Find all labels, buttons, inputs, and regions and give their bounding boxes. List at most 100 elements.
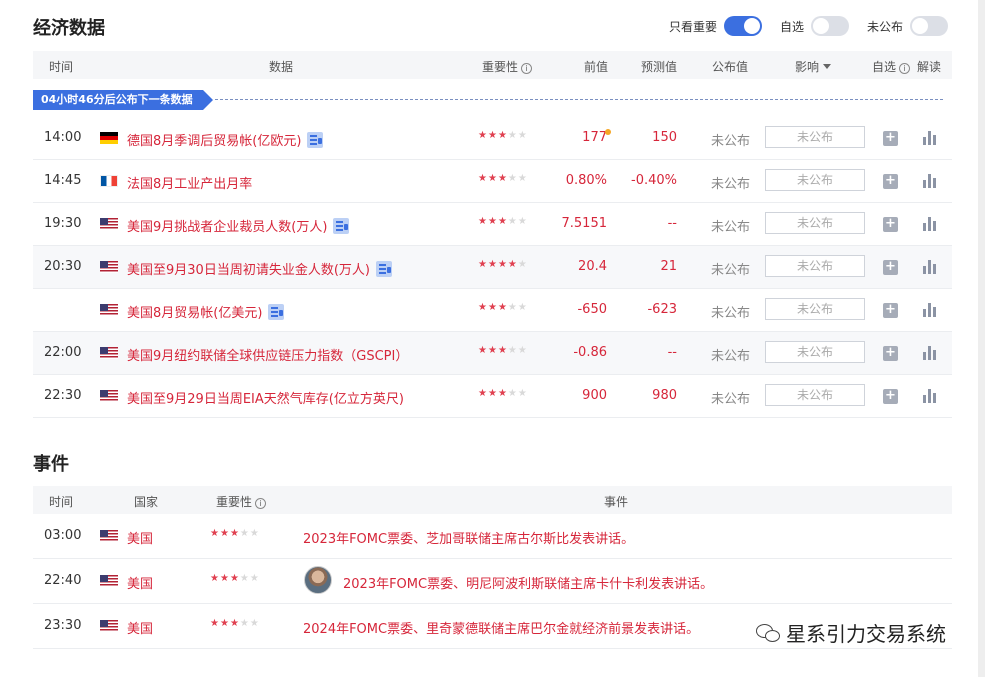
chart-bars-icon[interactable] — [923, 174, 937, 188]
chart-bars-icon[interactable] — [923, 389, 937, 403]
econ-row[interactable]: 22:00 美国9月纽约联储全球供应链压力指数（GSCPI） ★★★★★ -0.86-… — [33, 332, 952, 375]
star-icon: ★ — [517, 130, 528, 141]
wechat-icon — [756, 623, 780, 643]
event-row[interactable]: 03:00 美国 ★★★★★ 2023年FOMC票委、芝加哥联储主席古尔斯比发表讲话。 — [33, 514, 952, 559]
forecast-value: 150 — [652, 130, 677, 145]
star-icon: ★ — [229, 528, 240, 539]
info-icon[interactable]: i — [521, 63, 533, 74]
star-icon: ★ — [219, 618, 230, 629]
toggle-unpublished[interactable]: 未公布 — [867, 16, 948, 36]
indicator-name-link[interactable]: 美国至9月29日当周EIA天然气库存(亿立方英尺) — [127, 388, 404, 407]
info-icon[interactable]: i — [899, 63, 911, 74]
econ-row[interactable]: 14:00 德国8月季调后贸易帐(亿欧元) ★★★★★ 177 150 未公布 未公布 + — [33, 117, 952, 160]
switch-important-only[interactable] — [723, 16, 762, 36]
importance-stars: ★★★★★ — [478, 216, 528, 227]
previous-value: -0.86 — [573, 345, 607, 360]
importance-stars: ★★★★★ — [478, 388, 528, 399]
report-doc-icon[interactable] — [307, 132, 324, 148]
indicator-name-link[interactable]: 美国9月挑战者企业裁员人数(万人) — [127, 216, 350, 235]
event-row[interactable]: 22:40 美国 ★★★★★ 2023年FOMC票委、明尼阿波利斯联储主席卡什卡利发表… — [33, 559, 952, 604]
previous-value: 20.4 — [578, 259, 607, 274]
previous-value: 7.5151 — [561, 216, 608, 231]
chart-bars-icon[interactable] — [923, 260, 937, 274]
indicator-name-link[interactable]: 美国至9月30日当周初请失业金人数(万人) — [127, 259, 392, 278]
col-impact-label: 影响 — [795, 60, 820, 74]
econ-row[interactable]: 22:30 美国至9月29日当周EIA天然气库存(亿立方英尺) ★★★★★ 900 98… — [33, 375, 952, 418]
toggle-label: 只看重要 — [668, 19, 717, 34]
star-icon: ★ — [497, 259, 508, 270]
event-country: 美国 — [127, 622, 154, 637]
switch-knob — [812, 18, 829, 34]
forecast-value: 980 — [652, 388, 677, 403]
col-forecast: 预测值 — [641, 60, 678, 74]
previous-value: 177 — [582, 130, 607, 145]
add-watch-button[interactable]: + — [883, 389, 898, 404]
watermark-text: 星系引力交易系统 — [786, 622, 946, 646]
chart-bars-icon[interactable] — [923, 346, 937, 360]
chart-bars-icon[interactable] — [923, 303, 937, 317]
impact-box: 未公布 — [765, 298, 865, 320]
star-icon: ★ — [478, 259, 488, 270]
flag-us-icon — [100, 530, 118, 542]
col-watch: 自选 i — [872, 58, 911, 75]
event-text[interactable]: 2023年FOMC票委、芝加哥联储主席古尔斯比发表讲话。 — [303, 528, 634, 547]
add-watch-button[interactable]: + — [883, 217, 898, 232]
star-icon: ★ — [507, 259, 518, 270]
star-icon: ★ — [219, 573, 230, 584]
report-doc-icon[interactable] — [375, 261, 392, 277]
add-watch-button[interactable]: + — [883, 303, 898, 318]
switch-watchlist[interactable] — [810, 16, 849, 36]
col-importance-label: 重要性 — [216, 495, 253, 509]
flag-us-icon — [100, 620, 118, 632]
event-text[interactable]: 2024年FOMC票委、里奇蒙德联储主席巴尔金就经济前景发表讲话。 — [303, 618, 699, 637]
next-release-line — [215, 99, 943, 100]
star-icon: ★ — [507, 173, 518, 184]
chart-bars-icon[interactable] — [923, 217, 937, 231]
col-previous: 前值 — [584, 60, 609, 74]
actual-value: 未公布 — [711, 134, 751, 149]
star-icon: ★ — [478, 388, 488, 399]
econ-row[interactable]: 20:30 美国至9月30日当周初请失业金人数(万人) ★★★★★ 20.4 21 未公布… — [33, 246, 952, 289]
star-icon: ★ — [487, 130, 498, 141]
star-icon: ★ — [507, 130, 518, 141]
watermark: 星系引力交易系统 — [756, 618, 946, 647]
switch-unpublished[interactable] — [910, 16, 948, 36]
next-release-banner: 04小时46分后公布下一条数据 — [33, 90, 213, 110]
flag-de-icon — [100, 132, 118, 144]
toggle-important-only[interactable]: 只看重要 — [669, 16, 762, 36]
add-watch-button[interactable]: + — [883, 174, 898, 189]
report-doc-icon[interactable] — [333, 218, 350, 234]
star-icon: ★ — [229, 573, 240, 584]
row-time: 20:30 — [44, 259, 82, 274]
star-icon: ★ — [487, 345, 498, 356]
event-text[interactable]: 2023年FOMC票委、明尼阿波利斯联储主席卡什卡利发表讲话。 — [343, 573, 713, 592]
importance-stars: ★★★★★ — [478, 173, 528, 184]
impact-box: 未公布 — [765, 212, 865, 234]
indicator-name-link[interactable]: 美国9月纽约联储全球供应链压力指数（GSCPI） — [127, 345, 408, 364]
star-icon: ★ — [210, 618, 220, 629]
importance-stars: ★★★★★ — [478, 345, 528, 356]
col-actual: 公布值 — [712, 60, 749, 74]
econ-row[interactable]: 美国8月贸易帐(亿美元) ★★★★★ -650 -623 未公布 未公布 + — [33, 289, 952, 332]
event-time: 22:40 — [44, 573, 82, 588]
indicator-name-link[interactable]: 美国8月贸易帐(亿美元) — [127, 302, 285, 321]
econ-table-header: 时间 数据 重要性 i 前值 预测值 公布值 影响 自选 i 解读 — [33, 51, 952, 79]
importance-stars: ★★★★★ — [210, 528, 260, 539]
row-time: 22:30 — [44, 388, 82, 403]
star-icon: ★ — [487, 173, 498, 184]
switch-knob — [743, 18, 760, 34]
report-doc-icon[interactable] — [268, 304, 285, 320]
add-watch-button[interactable]: + — [883, 346, 898, 361]
indicator-name-link[interactable]: 法国8月工业产出月率 — [127, 173, 252, 192]
econ-row[interactable]: 19:30 美国9月挑战者企业裁员人数(万人) ★★★★★ 7.5151 -- 未公布 未公… — [33, 203, 952, 246]
indicator-name: 美国9月纽约联储全球供应链压力指数（GSCPI） — [127, 349, 409, 364]
add-watch-button[interactable]: + — [883, 260, 898, 275]
actual-value: 未公布 — [711, 263, 751, 278]
indicator-name-link[interactable]: 德国8月季调后贸易帐(亿欧元) — [127, 130, 324, 149]
add-watch-button[interactable]: + — [883, 131, 898, 146]
col-impact-sort[interactable]: 影响 — [795, 58, 832, 75]
econ-row[interactable]: 14:45 法国8月工业产出月率 ★★★★★ 0.80% -0.40% 未公布 未公布 + — [33, 160, 952, 203]
chart-bars-icon[interactable] — [923, 131, 937, 145]
toggle-watchlist[interactable]: 自选 — [780, 16, 849, 36]
info-icon[interactable]: i — [255, 498, 267, 509]
